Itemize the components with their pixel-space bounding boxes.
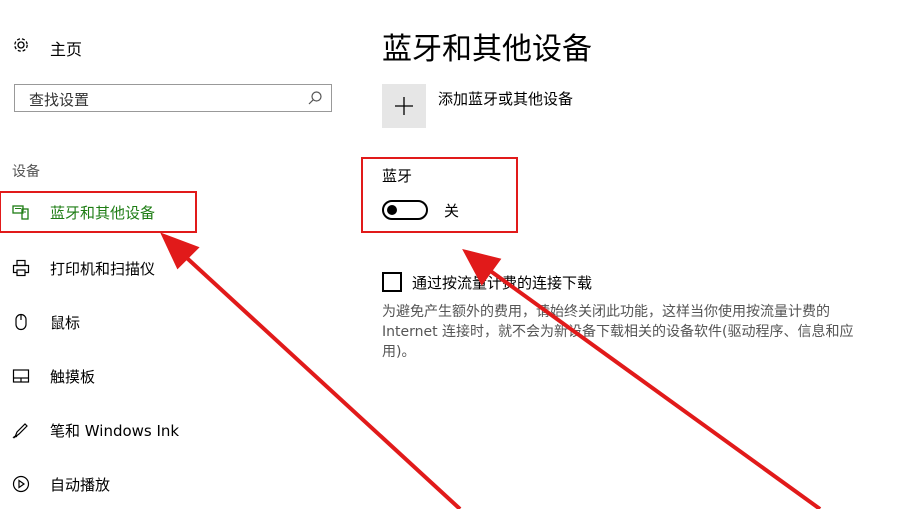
add-device-label[interactable]: 添加蓝牙或其他设备 — [438, 88, 573, 109]
pen-icon — [12, 421, 30, 439]
sidebar-item-label: 笔和 Windows Ink — [50, 422, 180, 440]
autoplay-icon — [12, 475, 30, 493]
sidebar-item-label: 自动播放 — [50, 476, 111, 494]
search-icon[interactable] — [307, 90, 323, 106]
sidebar-item-autoplay[interactable]: 自动播放 — [0, 464, 196, 504]
sidebar-item-pen[interactable]: 笔和 Windows Ink — [0, 410, 196, 450]
gear-icon[interactable] — [12, 36, 30, 54]
mouse-icon — [12, 313, 30, 331]
sidebar-item-printers[interactable]: 打印机和扫描仪 — [0, 248, 196, 288]
section-label-devices: 设备 — [12, 164, 40, 180]
sidebar-item-label: 触摸板 — [50, 368, 96, 386]
search-placeholder: 查找设置 — [29, 91, 90, 109]
sidebar-item-label: 打印机和扫描仪 — [50, 260, 156, 278]
sidebar-item-bluetooth[interactable]: 蓝牙和其他设备 — [0, 191, 197, 233]
bluetooth-label: 蓝牙 — [382, 167, 413, 185]
toggle-knob — [387, 205, 397, 215]
metered-description: 为避免产生额外的费用，请始终关闭此功能，这样当你使用按流量计费的 Interne… — [382, 304, 854, 360]
sidebar-item-label: 蓝牙和其他设备 — [50, 204, 156, 222]
sidebar-item-label: 鼠标 — [50, 314, 81, 332]
add-device-button[interactable] — [382, 84, 426, 128]
bluetooth-toggle[interactable] — [382, 200, 428, 220]
search-input[interactable]: 查找设置 — [14, 84, 332, 112]
bluetooth-state: 关 — [444, 202, 460, 220]
plus-icon — [395, 97, 413, 115]
touchpad-icon — [12, 367, 30, 385]
bluetooth-devices-icon — [12, 203, 30, 221]
sidebar-item-touchpad[interactable]: 触摸板 — [0, 356, 196, 396]
metered-download-label[interactable]: 通过按流量计费的连接下载 — [412, 272, 592, 293]
printer-icon — [12, 259, 30, 277]
page-title: 蓝牙和其他设备 — [382, 32, 592, 67]
metered-download-checkbox[interactable] — [382, 272, 402, 292]
sidebar-item-mouse[interactable]: 鼠标 — [0, 302, 196, 342]
arrow-to-bluetooth-toggle — [476, 260, 822, 509]
home-link[interactable]: 主页 — [50, 36, 82, 60]
